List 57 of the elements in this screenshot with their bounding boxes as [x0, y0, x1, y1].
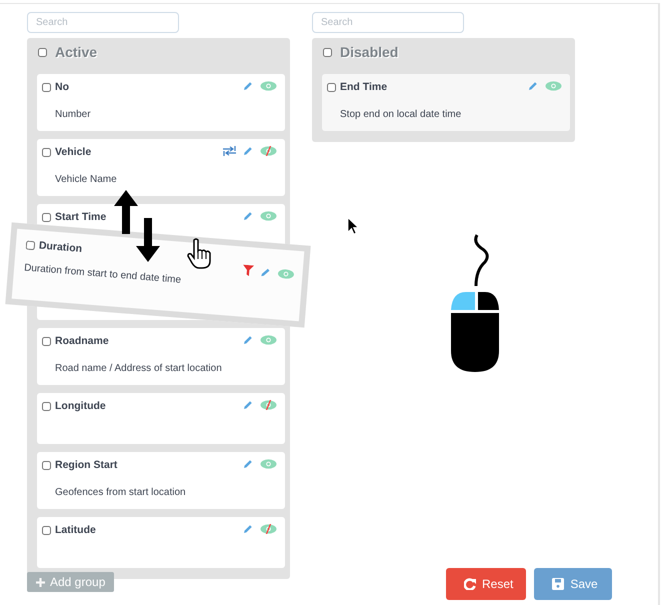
filter-icon[interactable]: [242, 264, 254, 276]
transfer-icon[interactable]: [223, 146, 236, 156]
checkbox[interactable]: [42, 83, 51, 92]
checkbox[interactable]: [42, 461, 51, 470]
field-description: Vehicle Name: [55, 172, 118, 187]
pencil-icon[interactable]: [243, 334, 253, 345]
pencil-icon[interactable]: [528, 80, 538, 91]
group-title: Disabled: [340, 42, 398, 62]
field-name: Start Time: [55, 210, 106, 225]
checkbox[interactable]: [42, 337, 51, 346]
field-card[interactable]: No Number: [37, 74, 285, 131]
eye-slash-icon[interactable]: [260, 400, 277, 410]
field-card[interactable]: Roadname Road name / Address of start location: [37, 328, 285, 385]
eye-slash-icon[interactable]: [260, 524, 277, 534]
pencil-icon[interactable]: [243, 458, 253, 469]
field-name: Duration: [38, 238, 83, 257]
pencil-icon[interactable]: [243, 146, 253, 156]
field-card[interactable]: Latitude: [37, 517, 285, 568]
field-description: Duration from start to end date time: [24, 261, 182, 288]
pencil-icon[interactable]: [243, 524, 253, 534]
checkbox[interactable]: [327, 83, 336, 92]
group-title: Active: [55, 42, 98, 62]
field-description: Number: [55, 108, 92, 122]
search-field[interactable]: Search: [27, 12, 179, 33]
field-card[interactable]: End Time Stop end on local date time: [322, 74, 570, 131]
save-icon: [552, 578, 564, 590]
checkbox[interactable]: [42, 148, 51, 158]
search-field[interactable]: Search: [312, 12, 464, 33]
plus-icon: [36, 578, 45, 586]
reset-icon: [464, 578, 476, 590]
pencil-icon[interactable]: [243, 80, 253, 91]
hand-cursor-icon: [186, 238, 214, 270]
field-description: Stop end on local date time: [340, 108, 462, 122]
checkbox[interactable]: [26, 240, 36, 251]
pointer-cursor-icon: [347, 217, 359, 235]
field-card[interactable]: Longitude: [37, 393, 285, 444]
pencil-icon[interactable]: [243, 210, 253, 221]
field-name: No: [55, 80, 69, 95]
checkbox[interactable]: [42, 526, 51, 536]
checkbox[interactable]: [42, 402, 51, 412]
reset-button[interactable]: Reset: [446, 568, 526, 600]
field-card[interactable]: Vehicle Vehicle Name: [37, 139, 285, 196]
field-name: Latitude: [55, 523, 96, 538]
checkbox[interactable]: [323, 48, 332, 56]
field-name: Roadname: [55, 334, 109, 349]
field-name: End Time: [340, 80, 388, 95]
field-name: Vehicle: [55, 145, 92, 160]
field-card[interactable]: Region Start Geofences from start location: [37, 452, 285, 509]
field-description: Geofences from start location: [55, 486, 187, 500]
pencil-icon[interactable]: [243, 400, 253, 410]
checkbox[interactable]: [38, 48, 47, 56]
field-name: Longitude: [55, 399, 106, 414]
field-name: Region Start: [55, 458, 118, 473]
pencil-icon[interactable]: [260, 266, 271, 278]
checkbox[interactable]: [42, 213, 51, 222]
eye-slash-icon[interactable]: [260, 146, 277, 156]
field-description: Road name / Address of start location: [55, 362, 223, 376]
